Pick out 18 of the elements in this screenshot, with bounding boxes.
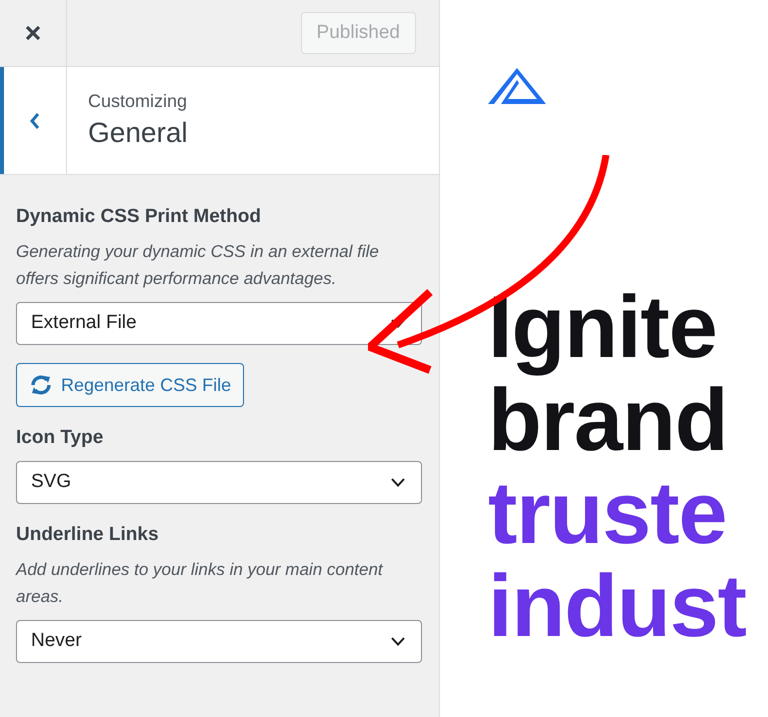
regenerate-button[interactable]: Regenerate CSS File [16,363,244,407]
logo-icon [488,68,546,104]
back-button[interactable] [0,67,67,174]
select-field[interactable]: SVG [16,461,422,504]
field-label: Underline Links [16,523,160,547]
headline-line: indust [488,559,747,652]
field-label: Dynamic CSS Print Method [16,205,262,229]
header-subtitle: Customizing [88,90,188,112]
select-field[interactable]: External File [16,302,422,345]
field-description: Generating your dynamic CSS in an external file offers significant performance advantages. [16,241,380,290]
chevron-left-icon [29,110,41,130]
field-label: Icon Type [16,426,104,450]
close-icon [24,24,42,42]
select-field[interactable]: Never [16,620,422,663]
headline-line: truste [488,466,728,559]
header-title: General [88,116,188,150]
field-description: Add underlines to your links in your main content areas. [16,559,384,608]
refresh-icon [29,374,53,396]
